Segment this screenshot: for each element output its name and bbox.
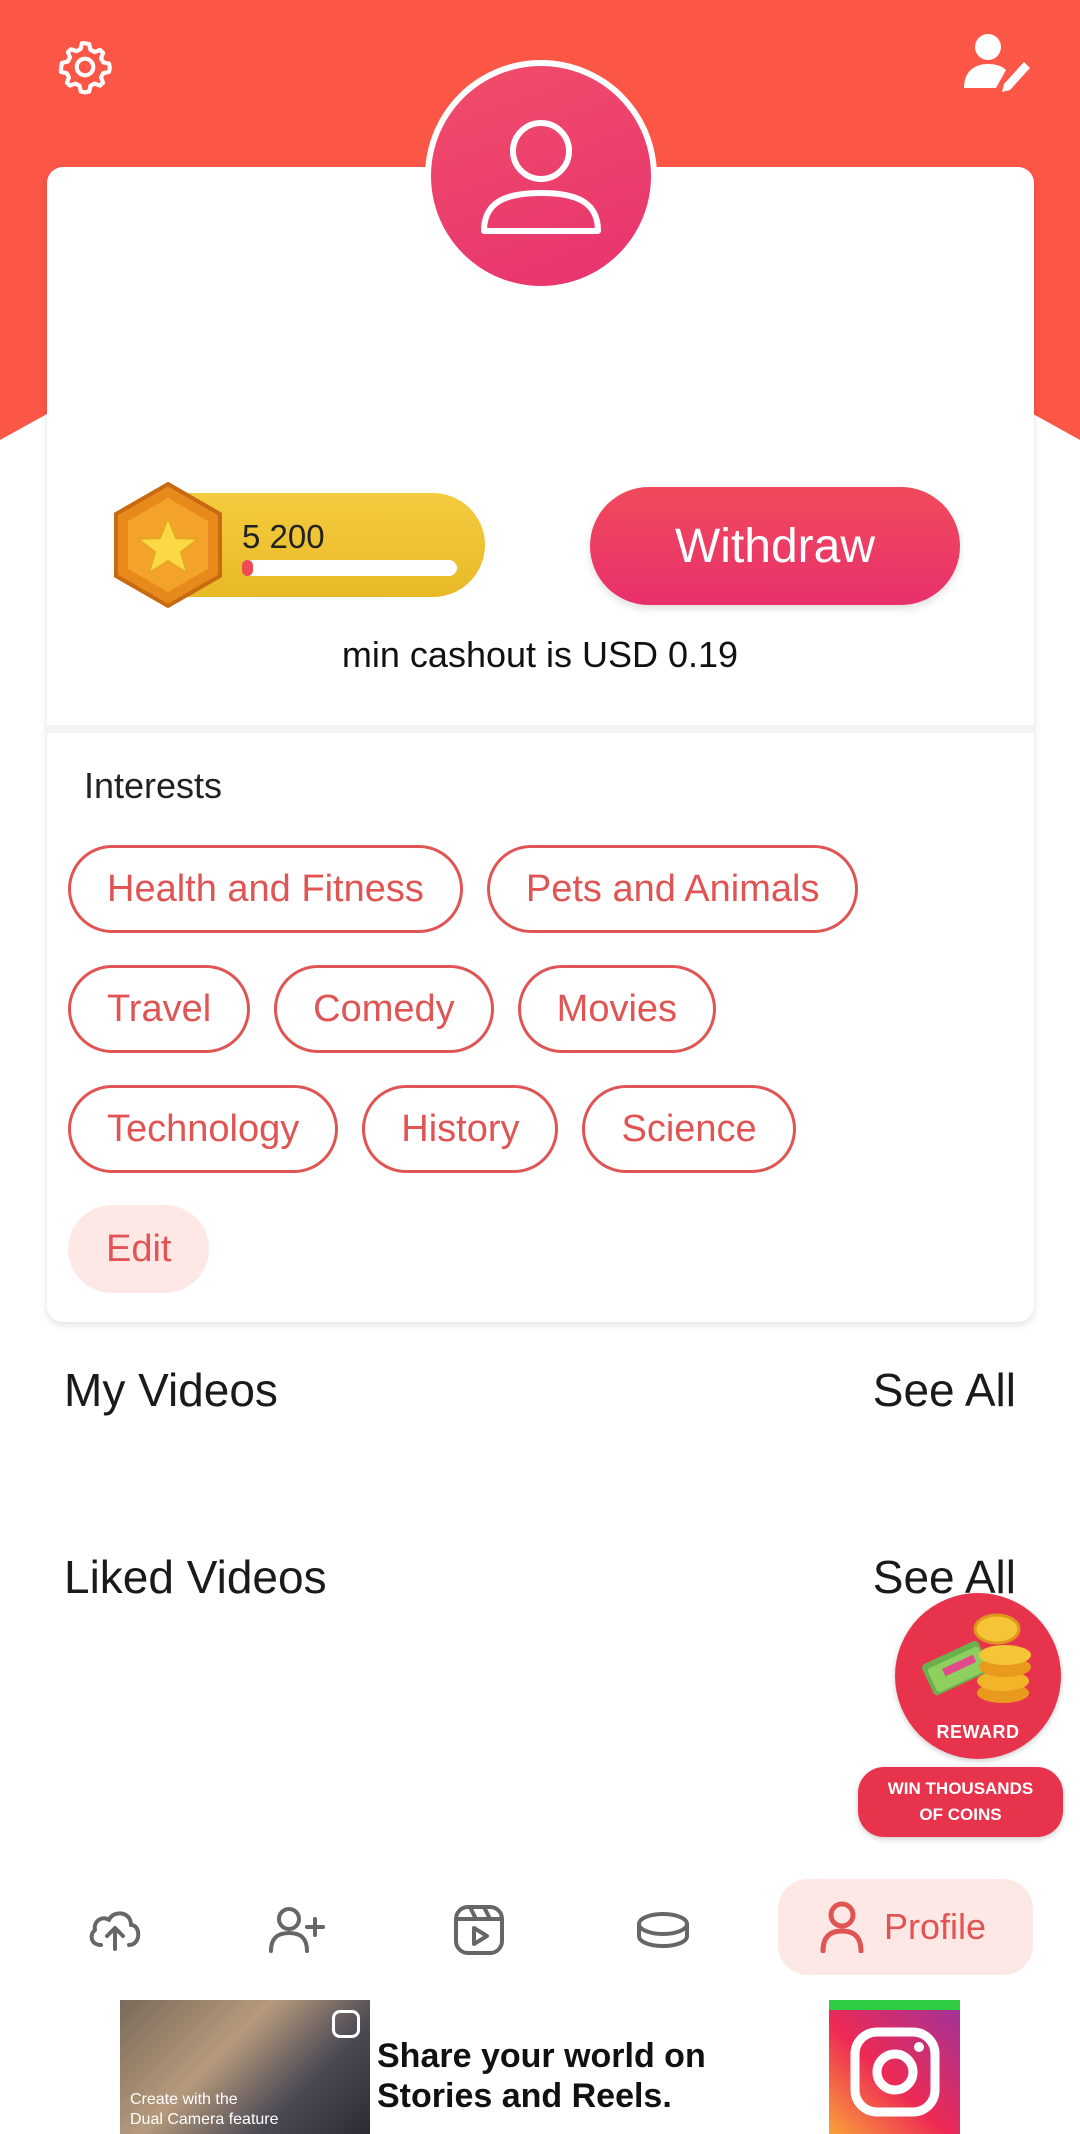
interests-title: Interests <box>84 765 223 806</box>
min-cashout-note: min cashout is USD 0.19 <box>341 634 739 675</box>
ad-caption-line2: Dual Camera feature <box>130 2111 279 2128</box>
interest-chip[interactable]: Comedy <box>274 965 494 1053</box>
instagram-small-icon <box>332 2010 360 2038</box>
interest-chip[interactable]: Health and Fitness <box>68 845 463 933</box>
ad-image-caption: Create with the Dual Camera feature <box>130 2090 279 2130</box>
interest-chip[interactable]: Travel <box>68 965 251 1053</box>
reward-promo-line1: WIN THOUSANDS <box>887 1779 1034 1798</box>
reward-promo-line2: OF COINS <box>919 1805 1002 1824</box>
reward-button[interactable]: REWARD <box>895 1593 1061 1759</box>
reward-promo-badge[interactable]: WIN THOUSANDS OF COINS <box>858 1767 1063 1837</box>
coin-progress-track <box>242 560 457 576</box>
my-videos-see-all-link[interactable]: See All <box>873 1363 1016 1417</box>
interest-chip[interactable]: Pets and Animals <box>486 845 859 933</box>
upload-icon[interactable] <box>80 1895 150 1965</box>
edit-interests-button[interactable]: Edit <box>68 1205 210 1293</box>
coin-progress-fill <box>242 560 253 576</box>
coin-balance: 5 200 <box>242 518 325 555</box>
divider <box>47 725 1034 733</box>
nav-profile-tab[interactable]: Profile <box>778 1879 1033 1975</box>
interest-chip[interactable]: Science <box>582 1085 796 1173</box>
add-friend-icon[interactable] <box>262 1895 332 1965</box>
instagram-logo-icon <box>829 2000 960 2134</box>
interest-chips: Health and Fitness Pets and Animals Trav… <box>68 845 1008 1325</box>
nav-profile-label: Profile <box>884 1906 987 1947</box>
interest-chip[interactable]: History <box>362 1085 559 1173</box>
ad-image: Create with the Dual Camera feature <box>120 2000 370 2134</box>
interest-chip[interactable]: Technology <box>68 1085 339 1173</box>
reels-icon[interactable] <box>444 1895 514 1965</box>
coins-cash-icon <box>922 1613 1031 1703</box>
gear-icon[interactable] <box>54 36 116 98</box>
profile-icon <box>820 1901 864 1953</box>
bottom-navigation: Profile <box>0 1875 1080 1985</box>
my-videos-title: My Videos <box>64 1364 278 1416</box>
ad-headline-line2: Stories and Reels. <box>377 2077 672 2115</box>
ad-caption-line1: Create with the <box>130 2091 238 2108</box>
interest-chip[interactable]: Movies <box>517 965 717 1053</box>
coins-icon[interactable] <box>628 1895 698 1965</box>
star-icon <box>110 480 226 610</box>
withdraw-button[interactable]: Withdraw <box>590 487 960 605</box>
ad-headline: Share your world on Stories and Reels. <box>377 2036 706 2116</box>
ad-banner[interactable]: Create with the Dual Camera feature Shar… <box>120 2000 960 2134</box>
user-edit-icon[interactable] <box>962 32 1032 92</box>
liked-videos-title: Liked Videos <box>64 1551 327 1603</box>
ad-headline-line1: Share your world on <box>377 2037 706 2075</box>
reward-label: REWARD <box>936 1722 1020 1742</box>
avatar[interactable] <box>431 66 651 286</box>
